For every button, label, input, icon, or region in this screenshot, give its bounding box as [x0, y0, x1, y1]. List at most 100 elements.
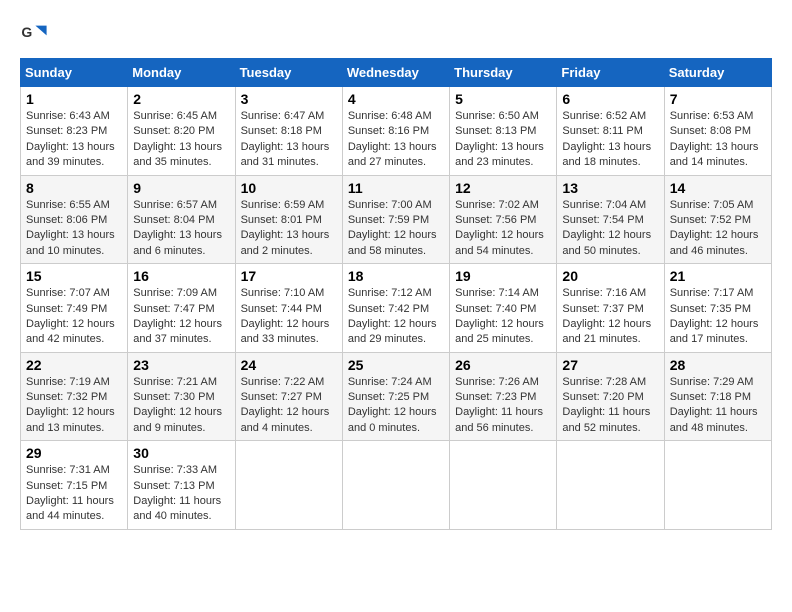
calendar-cell: 30Sunrise: 7:33 AM Sunset: 7:13 PM Dayli…: [128, 441, 235, 530]
calendar-cell: 16Sunrise: 7:09 AM Sunset: 7:47 PM Dayli…: [128, 264, 235, 353]
day-number: 23: [133, 357, 229, 373]
day-number: 22: [26, 357, 122, 373]
day-number: 18: [348, 268, 444, 284]
day-info: Sunrise: 7:26 AM Sunset: 7:23 PM Dayligh…: [455, 375, 551, 437]
day-number: 1: [26, 91, 122, 107]
day-number: 15: [26, 268, 122, 284]
day-info: Sunrise: 7:10 AM Sunset: 7:44 PM Dayligh…: [241, 286, 337, 348]
day-number: 19: [455, 268, 551, 284]
day-info: Sunrise: 7:05 AM Sunset: 7:52 PM Dayligh…: [670, 198, 766, 260]
day-info: Sunrise: 7:21 AM Sunset: 7:30 PM Dayligh…: [133, 375, 229, 437]
day-info: Sunrise: 6:57 AM Sunset: 8:04 PM Dayligh…: [133, 198, 229, 260]
day-info: Sunrise: 7:16 AM Sunset: 7:37 PM Dayligh…: [562, 286, 658, 348]
calendar-cell: 25 Sunrise: 7:24 AM Sunset: 7:25 PM Dayli…: [342, 352, 449, 441]
day-number: 8: [26, 180, 122, 196]
calendar-cell: 9Sunrise: 6:57 AM Sunset: 8:04 PM Daylig…: [128, 175, 235, 264]
calendar-cell: 4Sunrise: 6:48 AM Sunset: 8:16 PM Daylig…: [342, 87, 449, 176]
calendar-cell: [557, 441, 664, 530]
day-info: Sunrise: 6:55 AM Sunset: 8:06 PM Dayligh…: [26, 198, 122, 260]
weekday-header-thursday: Thursday: [450, 59, 557, 87]
day-number: 7: [670, 91, 766, 107]
weekday-header-monday: Monday: [128, 59, 235, 87]
day-info: Sunrise: 7:14 AM Sunset: 7:40 PM Dayligh…: [455, 286, 551, 348]
calendar-cell: 27Sunrise: 7:28 AM Sunset: 7:20 PM Dayli…: [557, 352, 664, 441]
day-info: Sunrise: 7:22 AM Sunset: 7:27 PM Dayligh…: [241, 375, 337, 437]
day-number: 10: [241, 180, 337, 196]
day-number: 14: [670, 180, 766, 196]
day-info: Sunrise: 7:12 AM Sunset: 7:42 PM Dayligh…: [348, 286, 444, 348]
day-info: Sunrise: 6:45 AM Sunset: 8:20 PM Dayligh…: [133, 109, 229, 171]
day-info: Sunrise: 6:48 AM Sunset: 8:16 PM Dayligh…: [348, 109, 444, 171]
calendar-cell: 1 Sunrise: 6:43 AM Sunset: 8:23 PM Daylig…: [21, 87, 128, 176]
day-number: 29: [26, 445, 122, 461]
calendar-cell: 15 Sunrise: 7:07 AM Sunset: 7:49 PM Dayli…: [21, 264, 128, 353]
calendar-cell: 5 Sunrise: 6:50 AM Sunset: 8:13 PM Daylig…: [450, 87, 557, 176]
calendar-cell: 12 Sunrise: 7:02 AM Sunset: 7:56 PM Dayli…: [450, 175, 557, 264]
day-number: 25: [348, 357, 444, 373]
weekday-header-wednesday: Wednesday: [342, 59, 449, 87]
day-number: 24: [241, 357, 337, 373]
day-number: 28: [670, 357, 766, 373]
weekday-header-sunday: Sunday: [21, 59, 128, 87]
calendar-cell: [664, 441, 771, 530]
day-number: 2: [133, 91, 229, 107]
day-info: Sunrise: 6:43 AM Sunset: 8:23 PM Dayligh…: [26, 109, 122, 171]
day-number: 3: [241, 91, 337, 107]
calendar-cell: 28 Sunrise: 7:29 AM Sunset: 7:18 PM Dayli…: [664, 352, 771, 441]
day-info: Sunrise: 6:50 AM Sunset: 8:13 PM Dayligh…: [455, 109, 551, 171]
weekday-header-tuesday: Tuesday: [235, 59, 342, 87]
page-header: G: [20, 20, 772, 48]
calendar-cell: 17 Sunrise: 7:10 AM Sunset: 7:44 PM Dayli…: [235, 264, 342, 353]
day-number: 6: [562, 91, 658, 107]
calendar-week-5: 29 Sunrise: 7:31 AM Sunset: 7:15 PM Dayli…: [21, 441, 772, 530]
calendar-cell: 10 Sunrise: 6:59 AM Sunset: 8:01 PM Dayli…: [235, 175, 342, 264]
day-info: Sunrise: 7:24 AM Sunset: 7:25 PM Dayligh…: [348, 375, 444, 437]
day-number: 17: [241, 268, 337, 284]
day-info: Sunrise: 6:52 AM Sunset: 8:11 PM Dayligh…: [562, 109, 658, 171]
calendar-cell: 26 Sunrise: 7:26 AM Sunset: 7:23 PM Dayli…: [450, 352, 557, 441]
day-number: 11: [348, 180, 444, 196]
day-info: Sunrise: 7:02 AM Sunset: 7:56 PM Dayligh…: [455, 198, 551, 260]
calendar-cell: 2 Sunrise: 6:45 AM Sunset: 8:20 PM Daylig…: [128, 87, 235, 176]
calendar-cell: 21Sunrise: 7:17 AM Sunset: 7:35 PM Dayli…: [664, 264, 771, 353]
day-info: Sunrise: 7:17 AM Sunset: 7:35 PM Dayligh…: [670, 286, 766, 348]
day-number: 5: [455, 91, 551, 107]
day-number: 12: [455, 180, 551, 196]
calendar-cell: 23 Sunrise: 7:21 AM Sunset: 7:30 PM Dayli…: [128, 352, 235, 441]
calendar-week-4: 22Sunrise: 7:19 AM Sunset: 7:32 PM Dayli…: [21, 352, 772, 441]
day-info: Sunrise: 7:00 AM Sunset: 7:59 PM Dayligh…: [348, 198, 444, 260]
day-number: 20: [562, 268, 658, 284]
calendar-week-3: 15 Sunrise: 7:07 AM Sunset: 7:49 PM Dayli…: [21, 264, 772, 353]
day-number: 27: [562, 357, 658, 373]
calendar-cell: 3 Sunrise: 6:47 AM Sunset: 8:18 PM Daylig…: [235, 87, 342, 176]
day-info: Sunrise: 7:31 AM Sunset: 7:15 PM Dayligh…: [26, 463, 122, 525]
calendar-cell: 6 Sunrise: 6:52 AM Sunset: 8:11 PM Daylig…: [557, 87, 664, 176]
calendar-week-2: 8 Sunrise: 6:55 AM Sunset: 8:06 PM Daylig…: [21, 175, 772, 264]
day-info: Sunrise: 7:07 AM Sunset: 7:49 PM Dayligh…: [26, 286, 122, 348]
calendar-cell: 14 Sunrise: 7:05 AM Sunset: 7:52 PM Dayli…: [664, 175, 771, 264]
day-info: Sunrise: 7:09 AM Sunset: 7:47 PM Dayligh…: [133, 286, 229, 348]
calendar-cell: 22Sunrise: 7:19 AM Sunset: 7:32 PM Dayli…: [21, 352, 128, 441]
svg-text:G: G: [21, 24, 32, 40]
day-number: 26: [455, 357, 551, 373]
calendar-week-1: 1 Sunrise: 6:43 AM Sunset: 8:23 PM Daylig…: [21, 87, 772, 176]
calendar-table: SundayMondayTuesdayWednesdayThursdayFrid…: [20, 58, 772, 530]
calendar-header-row: SundayMondayTuesdayWednesdayThursdayFrid…: [21, 59, 772, 87]
day-info: Sunrise: 6:47 AM Sunset: 8:18 PM Dayligh…: [241, 109, 337, 171]
calendar-cell: 8 Sunrise: 6:55 AM Sunset: 8:06 PM Daylig…: [21, 175, 128, 264]
calendar-cell: [235, 441, 342, 530]
day-info: Sunrise: 6:53 AM Sunset: 8:08 PM Dayligh…: [670, 109, 766, 171]
day-info: Sunrise: 6:59 AM Sunset: 8:01 PM Dayligh…: [241, 198, 337, 260]
logo-icon: G: [20, 20, 48, 48]
day-info: Sunrise: 7:29 AM Sunset: 7:18 PM Dayligh…: [670, 375, 766, 437]
day-number: 30: [133, 445, 229, 461]
day-info: Sunrise: 7:04 AM Sunset: 7:54 PM Dayligh…: [562, 198, 658, 260]
calendar-cell: [342, 441, 449, 530]
calendar-cell: 18 Sunrise: 7:12 AM Sunset: 7:42 PM Dayli…: [342, 264, 449, 353]
calendar-cell: 20 Sunrise: 7:16 AM Sunset: 7:37 PM Dayli…: [557, 264, 664, 353]
calendar-cell: 7 Sunrise: 6:53 AM Sunset: 8:08 PM Daylig…: [664, 87, 771, 176]
day-number: 13: [562, 180, 658, 196]
calendar-cell: 24 Sunrise: 7:22 AM Sunset: 7:27 PM Dayli…: [235, 352, 342, 441]
logo: G: [20, 20, 50, 48]
calendar-cell: 19 Sunrise: 7:14 AM Sunset: 7:40 PM Dayli…: [450, 264, 557, 353]
